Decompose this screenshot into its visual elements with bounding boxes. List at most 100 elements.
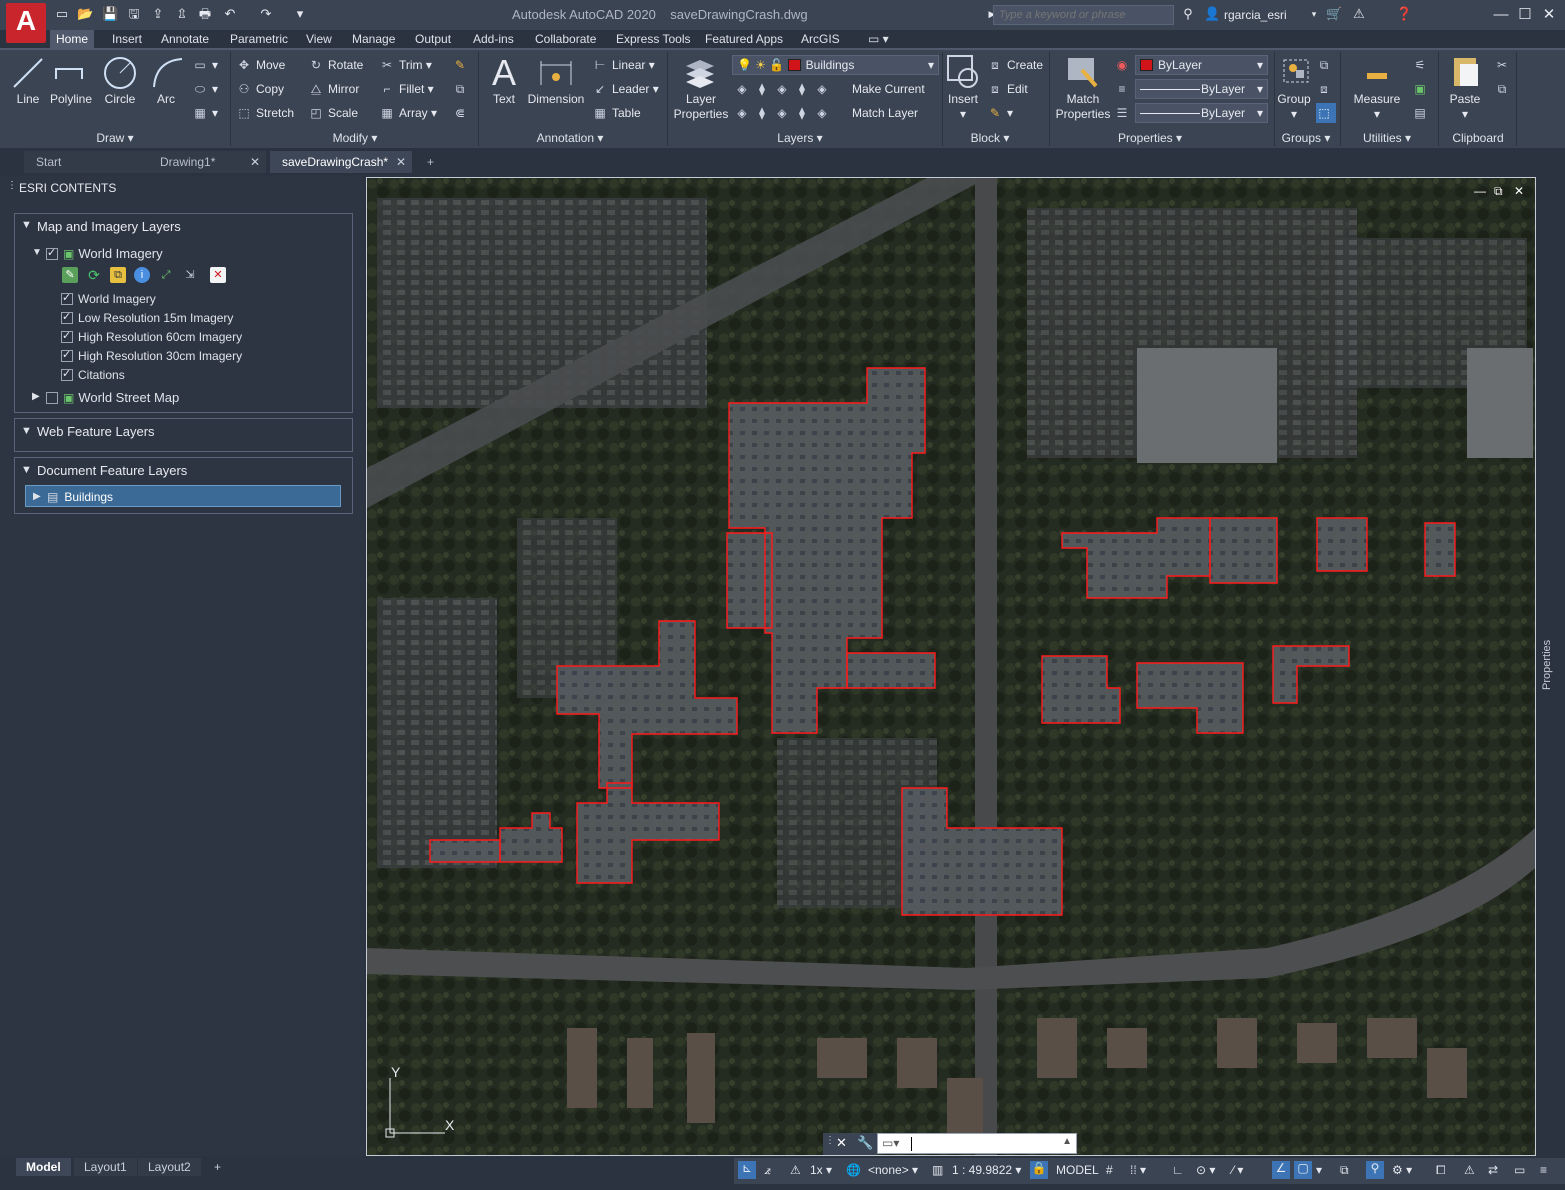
utilities-panel-title[interactable]: Utilities ▾ [1352,130,1422,146]
mirror-button[interactable]: ⧋ Mirror [308,79,360,99]
new-icon[interactable]: ▭ [54,6,70,22]
block-panel-title[interactable]: Block ▾ [955,130,1025,146]
paste-button[interactable]: Paste ▾ [1445,92,1485,122]
open-web-icon[interactable]: ⇪ [150,6,166,22]
table-button[interactable]: ▦ Table [592,103,640,123]
rotate-button[interactable]: ↻ Rotate [308,55,363,75]
aerial-imagery-map[interactable] [367,178,1535,1155]
sublayer-citations[interactable]: Citations [61,367,125,382]
customization-icon[interactable]: ≡ [1540,1163,1547,1177]
user-name[interactable]: rgarcia_esri [1224,8,1287,22]
measure-icon[interactable]: ▬ [1360,62,1394,85]
ellipse-icon[interactable]: ⬭ ▾ [192,79,218,99]
autodesk-a360-icon[interactable]: ⚠ [1351,6,1367,22]
lineweight-icon[interactable]: ☰ [1114,103,1134,123]
sublayer-high-res-60cm[interactable]: High Resolution 60cm Imagery [61,329,242,344]
polyline-button[interactable]: Polyline [46,92,96,107]
sublayer-checkbox[interactable] [61,348,73,362]
annotation-monitor-icon[interactable]: ⚲ [1366,1161,1384,1179]
ribbon-tab-manage[interactable]: Manage [346,30,401,48]
collapse-chevron-icon[interactable]: ▼ [21,425,32,437]
sublayer-checkbox[interactable] [61,291,73,305]
ortho-icon[interactable]: ∟ [1172,1163,1184,1177]
new-tab-button[interactable]: + [420,151,444,173]
command-history-icon[interactable]: ▲ [1062,1136,1072,1147]
leader-button[interactable]: ↙ Leader ▾ [592,79,659,99]
coordinate-system[interactable]: <none> ▾ [868,1163,918,1177]
group-edit-icon[interactable]: ⧈ [1316,79,1336,99]
command-customize-icon[interactable]: 🔧 [857,1135,873,1151]
redo-icon[interactable]: ↷ [258,6,274,22]
line-button[interactable]: Line [10,92,46,107]
select-all-icon[interactable]: ▣ [1412,79,1432,99]
copy-button[interactable]: ⚇ Copy [236,79,284,99]
trim-button[interactable]: ✂ Trim ▾ [379,55,432,75]
layer-properties-icon[interactable]: ✎ [62,267,78,283]
text-icon[interactable]: A [487,52,521,94]
viewport-minimize-icon[interactable]: — [1474,184,1486,198]
ribbon-options-icon[interactable]: ▭ ▾ [862,30,895,48]
snap-grid-icon[interactable]: ⊾ [738,1161,756,1179]
object-snap-tracking-icon[interactable]: ∠ [1272,1161,1290,1179]
infer-constraints-icon[interactable]: ⦨ [764,1163,771,1178]
draw-panel-title[interactable]: Draw ▾ [60,130,170,146]
layer-properties-icon[interactable] [682,54,718,90]
ribbon-tab-insert[interactable]: Insert [106,30,148,48]
insert-block-icon[interactable] [946,54,980,90]
linetype-dropdown[interactable]: ByLayer ▾ [1135,79,1268,99]
isometric-icon[interactable]: ⁄ ▾ [1232,1163,1243,1177]
save-as-icon[interactable]: 🖫 [126,6,142,22]
explode-icon[interactable]: ⧉ [452,79,472,99]
add-layout-button[interactable]: + [204,1158,231,1176]
properties-panel-title[interactable]: Properties ▾ [1100,130,1200,146]
save-web-icon[interactable]: ⇫ [174,6,190,22]
erase-icon[interactable]: ✎ [452,55,472,75]
ribbon-tab-express-tools[interactable]: Express Tools [610,30,696,48]
polyline-icon[interactable] [52,55,88,91]
map-scale-icon[interactable]: ▥ [932,1163,943,1177]
search-input[interactable] [994,6,1173,24]
group-button[interactable]: Group ▾ [1275,92,1313,122]
sublayer-checkbox[interactable] [61,310,73,324]
application-menu-button[interactable]: A [6,3,46,43]
ribbon-tab-view[interactable]: View [300,30,338,48]
ribbon-tab-featured-apps[interactable]: Featured Apps [699,30,789,48]
circle-icon[interactable] [102,55,138,91]
buildings-layer[interactable]: ▤ Buildings [47,490,113,504]
move-button[interactable]: ✥ Move [236,55,285,75]
polar-tracking-icon[interactable]: ⊙ ▾ [1196,1163,1215,1177]
arc-button[interactable]: Arc [148,92,184,107]
save-icon[interactable]: 💾 [102,6,118,22]
globe-icon[interactable]: 🌐 [846,1163,861,1177]
properties-palette-label[interactable]: Properties [1541,640,1553,690]
sublayer-checkbox[interactable] [61,367,73,381]
plot-icon[interactable]: 🖶 [197,6,213,22]
doc-tab-savedrawingcrash[interactable]: saveDrawingCrash* ✕ [270,151,412,173]
layer-tools-row1-icon[interactable]: ◈ ⧫ ◈ ⧫ ◈ [734,79,834,99]
circle-button[interactable]: Circle [100,92,140,107]
ribbon-tab-arcgis[interactable]: ArcGIS [795,30,846,48]
insert-button[interactable]: Insert ▾ [944,92,982,122]
calculator-icon[interactable]: ▤ [1412,103,1432,123]
command-grip-icon[interactable]: ⋮ [825,1135,835,1146]
offset-icon[interactable]: ⋐ [452,103,472,123]
doc-tab-drawing1[interactable]: Drawing1* ✕ [148,151,266,173]
drawing-viewport[interactable]: Y X [366,177,1536,1156]
make-current-button[interactable]: Make Current [852,79,925,99]
units-icon[interactable]: ⇄ [1488,1163,1498,1177]
world-street-map-checkbox[interactable] [46,392,58,404]
collapse-chevron-icon[interactable]: ▼ [21,464,32,476]
panel-grip-icon[interactable]: ⋮ [7,180,17,191]
isolate-objects-icon[interactable]: ⧠ [1436,1163,1446,1178]
layer-dropdown[interactable]: 💡 ☀ 🔓 Buildings ▾ [732,55,939,75]
block-attributes-icon[interactable]: ✎ ▾ [987,103,1013,123]
layer-tools-row2-icon[interactable]: ◈ ⧫ ◈ ⧫ ◈ [734,103,834,123]
group-selection-icon[interactable]: ⬚ [1316,103,1336,123]
binoculars-icon[interactable]: ⚲ [1180,6,1196,22]
object-snap-icon[interactable]: ▢ [1294,1161,1312,1179]
match-properties-icon[interactable] [1066,54,1100,90]
paste-icon[interactable] [1450,54,1484,90]
linetype-icon[interactable]: ≡ [1114,79,1134,99]
quick-select-icon[interactable]: ⚟ [1412,55,1432,75]
object-snap-menu-icon[interactable]: ▾ [1316,1163,1322,1177]
